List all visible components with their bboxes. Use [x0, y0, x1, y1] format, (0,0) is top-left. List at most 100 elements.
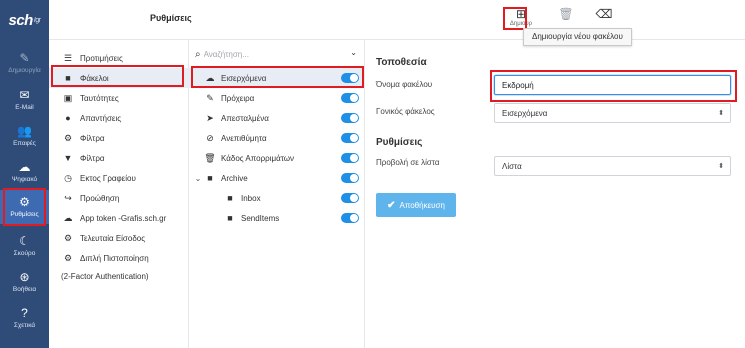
- ban-icon: ⊘: [206, 132, 214, 143]
- list-view-label: Προβολή σε λίστα: [376, 158, 440, 167]
- select-arrows-icon: ⬍: [718, 110, 724, 117]
- folder-icon: ■: [65, 73, 71, 83]
- settings-item-2fa[interactable]: ⚙ Διπλή Πιστοποίηση: [49, 248, 189, 268]
- logo-text: sch: [8, 11, 33, 29]
- rail-compose-label: Δημιουργία: [8, 67, 41, 74]
- eraser-icon: ⌫: [595, 7, 613, 21]
- folder-icon: ■: [227, 213, 233, 223]
- subscribe-toggle[interactable]: [341, 213, 359, 223]
- folder-item-archive-senditems[interactable]: ■ SendItems: [189, 208, 365, 228]
- filter-icon: ▼: [63, 153, 73, 163]
- rail-compose[interactable]: ✎ Δημιουργία: [0, 45, 49, 81]
- rail-mail-label: E-Mail: [15, 104, 34, 111]
- logo-suffix: /gr: [33, 16, 41, 24]
- pen-icon: ✎: [19, 51, 30, 65]
- subscribe-toggle[interactable]: [341, 153, 359, 163]
- forward-icon: ↪: [64, 192, 72, 203]
- lifebuoy-icon: ⊛: [19, 270, 30, 284]
- rail-settings-label: Ρυθμίσεις: [10, 211, 39, 218]
- parent-folder-value: Εισερχόμενα: [502, 108, 548, 118]
- envelope-icon: ✉: [19, 88, 30, 102]
- rail-theme-label: Σκούρο: [13, 250, 36, 257]
- settings-item-responses[interactable]: ● Απαντήσεις: [49, 108, 189, 128]
- folder-item-label: SendItems: [241, 213, 280, 223]
- rail-contacts[interactable]: 👥 Επαφές: [0, 118, 49, 154]
- rail-help-label: Βοήθεια: [12, 286, 37, 293]
- settings-section-title: Ρυθμίσεις: [376, 137, 423, 148]
- app-logo[interactable]: sch/gr: [0, 0, 49, 40]
- plus-square-icon: ⊞: [515, 7, 527, 21]
- parent-folder-label: Γονικός φάκελος: [376, 107, 435, 116]
- search-icon: ⌕: [195, 48, 201, 60]
- folder-form: Τοποθεσία Όνομα φακέλου Γονικός φάκελος …: [365, 40, 745, 348]
- subscribe-toggle[interactable]: [341, 73, 359, 83]
- page-title: Ρυθμίσεις: [150, 13, 192, 23]
- settings-item-filters-1[interactable]: ⚙ Φίλτρα: [49, 128, 189, 148]
- rail-mail[interactable]: ✉ E-Mail: [0, 82, 49, 118]
- subscribe-toggle[interactable]: [341, 113, 359, 123]
- paper-plane-icon: ➤: [206, 112, 214, 123]
- subscribe-toggle[interactable]: [341, 173, 359, 183]
- folder-item-label: Inbox: [241, 193, 261, 203]
- folder-icon: ■: [227, 193, 233, 203]
- folder-list: ⌕ ⌄ ☁ Εισερχόμενα ✎ Πρόχειρα ➤ Απεσταλμέ…: [189, 40, 365, 348]
- settings-item-label: Τελευταία Είσοδος: [80, 233, 146, 243]
- folder-item-junk[interactable]: ⊘ Ανεπιθύμητα: [189, 128, 365, 148]
- rail-cloud-label: Ψηφιακό: [11, 176, 38, 183]
- rail-settings[interactable]: ⚙ Ρυθμίσεις: [0, 190, 49, 224]
- folder-item-label: Απεσταλμένα: [221, 113, 269, 123]
- folder-item-label: Πρόχειρα: [221, 93, 255, 103]
- rail-about-label: Σχετικά: [13, 322, 36, 329]
- settings-2fa-note: (2-Factor Authentication): [61, 272, 149, 281]
- folder-name-input[interactable]: [502, 80, 723, 90]
- create-folder-label: Δημιουρ: [509, 21, 533, 27]
- pencil-icon: ✎: [206, 92, 214, 103]
- folder-item-trash[interactable]: 🗑 Κάδος Απορριμάτων: [189, 148, 365, 168]
- settings-item-label: App token -Grafis.sch.gr: [80, 213, 167, 223]
- folder-search-input[interactable]: [203, 49, 334, 59]
- list-view-select[interactable]: Λίστα ⬍: [494, 156, 731, 176]
- rail-theme[interactable]: ☾ Σκούρο: [0, 228, 49, 264]
- folder-item-sent[interactable]: ➤ Απεσταλμένα: [189, 108, 365, 128]
- folder-item-archive[interactable]: ⌄ ■ Archive: [189, 168, 365, 188]
- folder-item-archive-inbox[interactable]: ■ Inbox: [189, 188, 365, 208]
- settings-item-out-of-office[interactable]: ◷ Εκτος Γραφείου: [49, 168, 189, 188]
- settings-item-filters-2[interactable]: ▼ Φίλτρα: [49, 148, 189, 168]
- settings-item-label: Απαντήσεις: [80, 113, 122, 123]
- list-view-value: Λίστα: [502, 161, 522, 171]
- checkmark-icon: ✔: [387, 199, 396, 211]
- users-icon: 👥: [17, 124, 32, 138]
- chevron-down-icon[interactable]: ⌄: [193, 174, 203, 183]
- settings-item-preferences[interactable]: ☰ Προτιμήσεις: [49, 48, 189, 68]
- chevron-down-icon[interactable]: ⌄: [350, 48, 357, 57]
- subscribe-toggle[interactable]: [341, 193, 359, 203]
- folder-item-inbox[interactable]: ☁ Εισερχόμενα: [189, 68, 365, 88]
- settings-item-folders[interactable]: ■ Φάκελοι: [49, 68, 189, 88]
- clock-icon: ◷: [64, 172, 72, 183]
- settings-item-label: Φάκελοι: [80, 73, 109, 83]
- parent-folder-select[interactable]: Εισερχόμενα ⬍: [494, 103, 731, 123]
- subscribe-toggle[interactable]: [341, 133, 359, 143]
- save-button-label: Αποθήκευση: [399, 200, 445, 210]
- moon-icon: ☾: [19, 234, 30, 248]
- rail-help[interactable]: ⊛ Βοήθεια: [0, 264, 49, 300]
- select-arrows-icon: ⬍: [718, 163, 724, 170]
- settings-item-forwarding[interactable]: ↪ Προώθηση: [49, 188, 189, 208]
- folder-item-label: Εισερχόμενα: [221, 73, 267, 83]
- settings-item-app-token[interactable]: ☁ App token -Grafis.sch.gr: [49, 208, 189, 228]
- settings-item-last-login[interactable]: ⚙ Τελευταία Είσοδος: [49, 228, 189, 248]
- save-button[interactable]: ✔ Αποθήκευση: [376, 193, 456, 217]
- settings-item-label: Εκτος Γραφείου: [80, 173, 136, 183]
- rail-cloud[interactable]: ☁ Ψηφιακό: [0, 154, 49, 190]
- header-bar: Ρυθμίσεις ⊞ Δημιουρ 🗑 ⌫: [49, 0, 745, 40]
- folder-item-drafts[interactable]: ✎ Πρόχειρα: [189, 88, 365, 108]
- gear-icon: ⚙: [63, 132, 73, 143]
- settings-item-label: Προτιμήσεις: [80, 53, 123, 63]
- settings-item-identities[interactable]: ▣ Ταυτότητες: [49, 88, 189, 108]
- id-card-icon: ▣: [63, 92, 73, 103]
- folder-name-field[interactable]: [494, 75, 731, 95]
- rail-about[interactable]: ? Σχετικά: [0, 300, 49, 336]
- subscribe-toggle[interactable]: [341, 93, 359, 103]
- folder-item-label: Archive: [221, 173, 248, 183]
- question-icon: ?: [21, 306, 28, 320]
